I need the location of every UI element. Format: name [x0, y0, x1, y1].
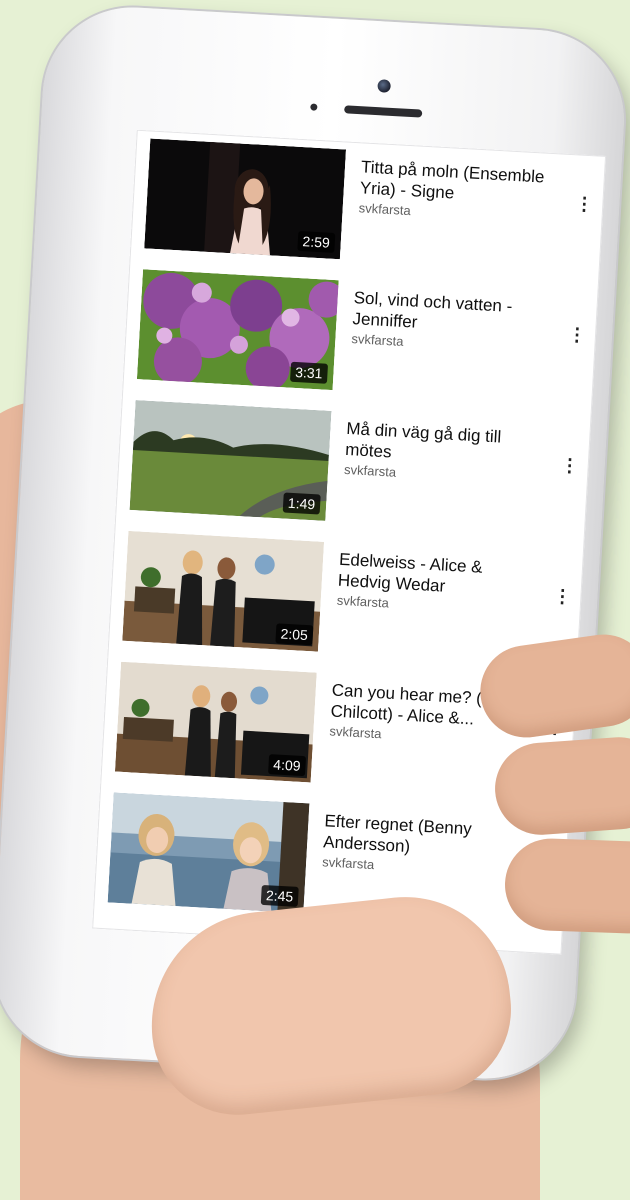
video-thumbnail[interactable]: 2:05 [122, 530, 325, 652]
video-duration: 2:05 [275, 623, 314, 646]
video-duration: 2:59 [297, 230, 336, 253]
video-thumbnail[interactable]: 4:09 [114, 661, 317, 783]
video-thumbnail[interactable]: 2:45 [107, 792, 310, 914]
video-thumbnail[interactable]: 1:49 [129, 400, 332, 521]
more-vertical-icon[interactable]: ⋮ [568, 324, 587, 345]
more-vertical-icon[interactable]: ⋮ [560, 455, 579, 476]
front-camera-icon [377, 79, 391, 93]
video-thumbnail[interactable]: 2:59 [144, 138, 347, 260]
video-duration: 1:49 [282, 492, 321, 515]
video-list-item[interactable]: 2:59 Titta på moln (Ensemble Yria) - Sig… [144, 138, 595, 274]
video-list-item[interactable]: 2:05 Edelweiss - Alice & Hedvig Wedar sv… [122, 530, 573, 666]
video-list-item[interactable]: 1:49 Må din väg gå dig till mötes svkfar… [129, 400, 581, 535]
more-vertical-icon[interactable]: ⋮ [575, 193, 594, 214]
proximity-sensor-icon [310, 103, 318, 111]
video-thumbnail[interactable]: 3:31 [136, 269, 339, 391]
video-duration: 2:45 [260, 884, 299, 907]
more-vertical-icon[interactable]: ⋮ [553, 586, 572, 607]
earpiece-speaker-icon [344, 105, 423, 118]
video-list-item[interactable]: 3:31 Sol, vind och vatten - Jenniffer sv… [136, 269, 588, 404]
finger [503, 837, 630, 935]
video-duration: 4:09 [267, 754, 307, 777]
video-duration: 3:31 [289, 361, 329, 384]
